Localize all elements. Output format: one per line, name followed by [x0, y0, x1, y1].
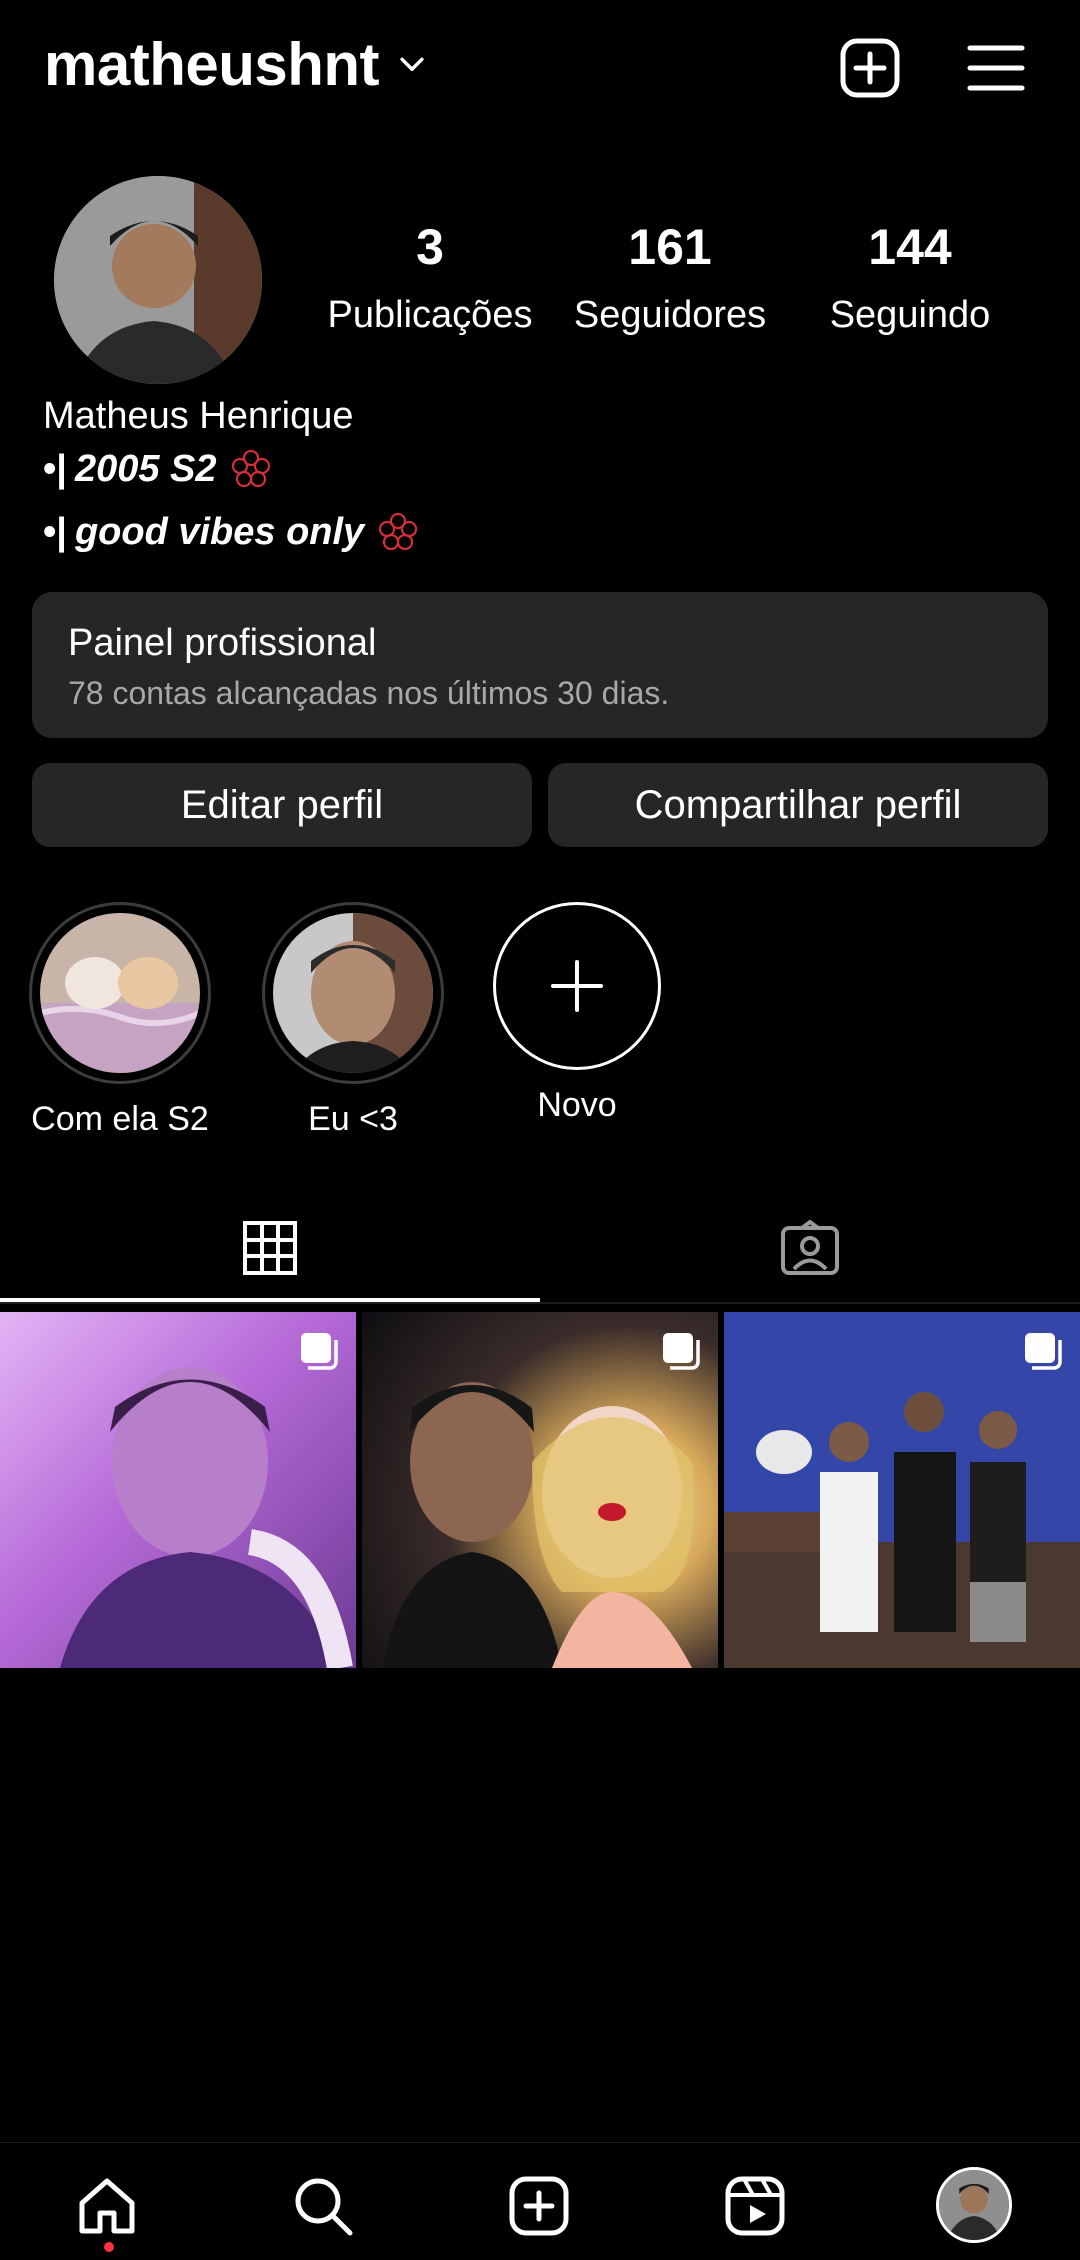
- dashboard-subtitle: 78 contas alcançadas nos últimos 30 dias…: [68, 675, 670, 711]
- bio-prefix: •|: [43, 447, 67, 490]
- highlight-label: Com ela S2: [31, 1100, 209, 1138]
- stat-following[interactable]: 144 Seguindo: [790, 222, 1030, 337]
- stat-value: 161: [628, 219, 712, 275]
- share-profile-button[interactable]: Compartilhar perfil: [548, 763, 1048, 847]
- new-highlight[interactable]: Novo: [477, 902, 677, 1125]
- bio-line: •| 2005 S2: [43, 447, 273, 491]
- stat-posts[interactable]: 3 Publicações: [310, 222, 550, 337]
- stat-followers[interactable]: 161 Seguidores: [550, 222, 790, 337]
- post-thumbnail[interactable]: [362, 1312, 718, 1668]
- post-thumbnail[interactable]: [0, 1312, 356, 1668]
- stat-label: Publicações: [327, 294, 533, 336]
- highlight-cover: [29, 902, 211, 1084]
- plus-icon: [493, 902, 661, 1070]
- stat-label: Seguindo: [829, 294, 991, 336]
- stat-value: 144: [868, 219, 952, 275]
- multiple-posts-icon: [1022, 1330, 1064, 1372]
- bio-line: •| good vibes only: [43, 510, 420, 554]
- chevron-down-icon: [395, 48, 429, 82]
- highlight-cover: [262, 902, 444, 1084]
- tab-posts-grid[interactable]: [0, 1190, 540, 1306]
- tagged-icon: [780, 1220, 840, 1276]
- profile-stats: 3 Publicações 161 Seguidores 144 Seguind…: [310, 222, 1030, 337]
- dashboard-title: Painel profissional: [68, 622, 377, 664]
- tab-tagged[interactable]: [540, 1190, 1080, 1306]
- home-icon[interactable]: [74, 2173, 140, 2239]
- profile-avatar[interactable]: [54, 176, 262, 384]
- bio-text: good vibes only: [74, 510, 365, 553]
- create-icon[interactable]: [506, 2173, 572, 2239]
- highlight-label: Eu <3: [308, 1100, 398, 1138]
- profile-page: matheushnt 3 Publicações 161 Seguidores …: [0, 0, 1080, 2260]
- highlight-item[interactable]: Eu <3: [253, 902, 453, 1139]
- display-name: Matheus Henrique: [43, 395, 354, 437]
- stat-label: Seguidores: [573, 294, 767, 336]
- divider: [0, 1302, 1080, 1304]
- bio-text: 2005 S2: [74, 447, 217, 490]
- account-switcher[interactable]: matheushnt: [44, 30, 429, 99]
- flower-icon: [376, 510, 420, 554]
- profile-avatar[interactable]: [936, 2167, 1012, 2243]
- highlight-item[interactable]: Com ela S2: [20, 902, 220, 1139]
- stat-value: 3: [416, 219, 444, 275]
- notification-dot: [104, 2242, 114, 2252]
- flower-icon: [229, 447, 273, 491]
- top-bar: matheushnt: [0, 0, 1080, 140]
- edit-profile-button[interactable]: Editar perfil: [32, 763, 532, 847]
- post-thumbnail[interactable]: [724, 1312, 1080, 1668]
- professional-dashboard[interactable]: Painel profissional 78 contas alcançadas…: [32, 592, 1048, 738]
- multiple-posts-icon: [298, 1330, 340, 1372]
- create-icon[interactable]: [838, 36, 902, 100]
- multiple-posts-icon: [660, 1330, 702, 1372]
- reels-icon[interactable]: [722, 2173, 788, 2239]
- bottom-navigation: [0, 2142, 1080, 2260]
- menu-icon[interactable]: [964, 36, 1028, 100]
- profile-tabs: [0, 1190, 1080, 1306]
- highlight-label: Novo: [537, 1086, 617, 1124]
- grid-icon: [242, 1220, 298, 1276]
- username: matheushnt: [44, 31, 380, 98]
- bio-prefix: •|: [43, 510, 67, 553]
- search-icon[interactable]: [290, 2173, 356, 2239]
